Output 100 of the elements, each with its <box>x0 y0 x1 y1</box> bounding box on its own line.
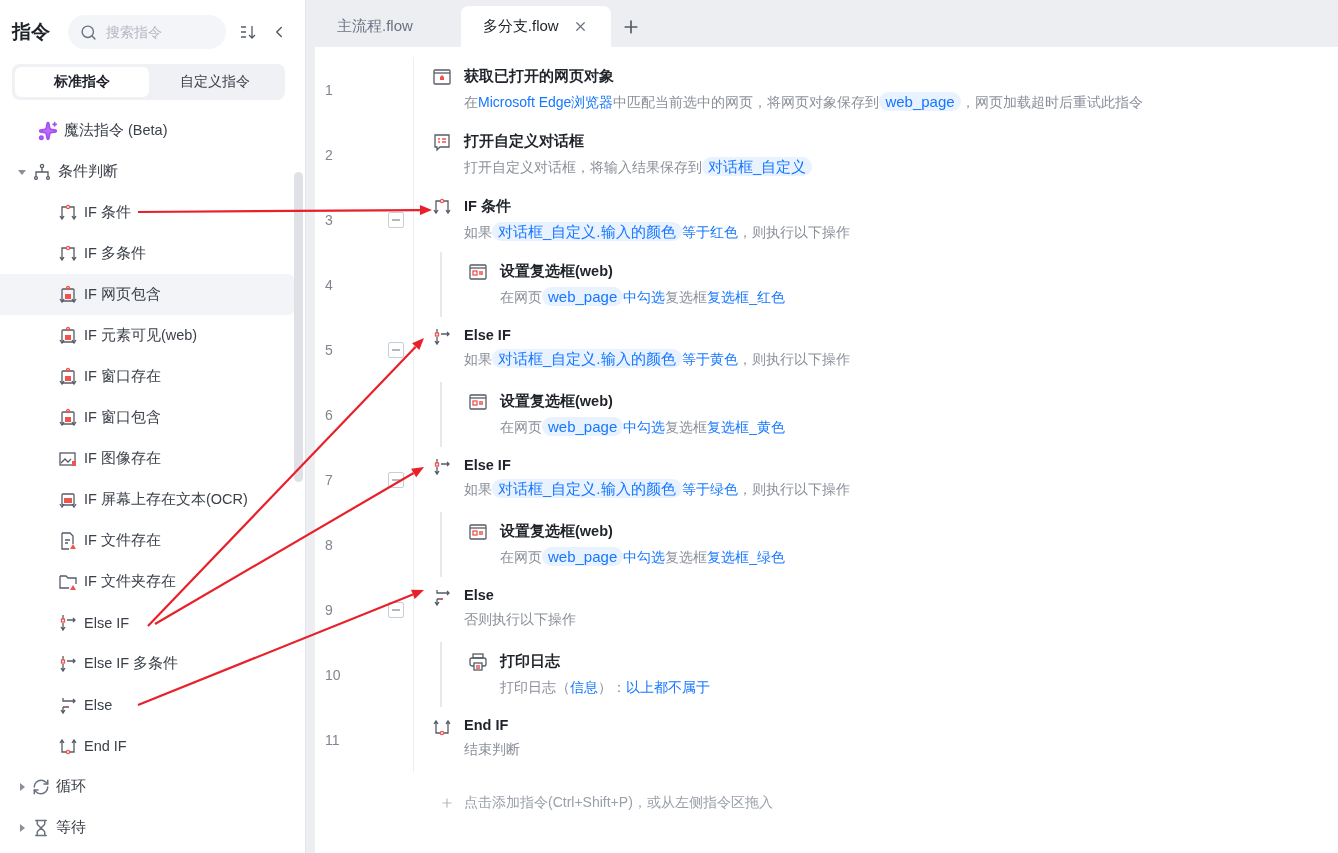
command-item[interactable]: IF 条件 <box>0 192 294 233</box>
line-number: 6 <box>324 406 333 423</box>
variable-chip[interactable]: web_page <box>542 287 624 306</box>
step-description: 如果 对话框_自定义.输入的颜色 等于黄色，则执行以下操作 <box>464 349 850 369</box>
command-icon <box>58 407 78 428</box>
variable-chip[interactable]: web_page <box>542 417 624 436</box>
command-item[interactable]: IF 图像存在 <box>0 438 294 479</box>
step-title: End IF <box>464 717 510 733</box>
parameter-link[interactable]: 复选框_黄色 <box>707 419 786 435</box>
parameter-link[interactable]: 中勾选 <box>623 419 666 435</box>
step-description: 打开自定义对话框，将输入结果保存到 对话框_自定义 <box>464 157 813 177</box>
line-number: 7 <box>324 471 333 488</box>
collapse-button[interactable] <box>388 212 404 228</box>
minus-icon <box>392 216 400 224</box>
line-number: 10 <box>324 666 341 683</box>
variable-chip[interactable]: 对话框_自定义.输入的颜色 <box>492 479 682 498</box>
step-icon <box>432 457 452 477</box>
command-label: Else IF 多条件 <box>84 654 179 673</box>
command-item[interactable]: IF 元素可见(web) <box>0 315 294 356</box>
step-icon <box>432 327 452 347</box>
step-icon <box>432 132 452 152</box>
command-item[interactable]: IF 文件夹存在 <box>0 561 294 602</box>
parameter-link[interactable]: 以上都不属于 <box>626 679 710 695</box>
command-item[interactable]: Else IF <box>0 602 294 643</box>
variable-chip[interactable]: web_page <box>542 547 624 566</box>
tab-label: 主流程.flow <box>337 17 413 36</box>
file-tab[interactable]: 多分支.flow <box>460 6 611 47</box>
line-number: 3 <box>324 211 333 228</box>
command-item[interactable]: IF 屏幕上存在文本(OCR) <box>0 479 294 520</box>
step-title: 设置复选框(web) <box>500 262 614 281</box>
parameter-link[interactable]: 复选框_绿色 <box>707 549 786 565</box>
step-icon <box>468 262 488 282</box>
tree-item[interactable]: 魔法指令 (Beta) <box>0 110 294 151</box>
step-title: Else <box>464 587 495 603</box>
collapse-button[interactable] <box>388 342 404 358</box>
command-icon <box>58 366 78 387</box>
tab[interactable]: 标准指令 <box>15 67 149 97</box>
command-label: IF 窗口存在 <box>84 367 161 386</box>
command-label: IF 条件 <box>84 203 131 222</box>
step-icon <box>468 392 488 412</box>
command-item[interactable]: IF 窗口存在 <box>0 356 294 397</box>
parameter-link[interactable]: 信息 <box>570 679 598 695</box>
parameter-link[interactable]: 复选框_红色 <box>707 289 786 305</box>
step-title: 打印日志 <box>500 652 561 671</box>
line-number: 5 <box>324 341 333 358</box>
command-item[interactable]: IF 多条件 <box>0 233 294 274</box>
parameter-link[interactable]: 等于黄色 <box>681 351 738 367</box>
step-title: 获取已打开的网页对象 <box>464 67 615 86</box>
category-icon <box>32 777 50 796</box>
tree-item[interactable]: 条件判断 <box>0 151 294 192</box>
scrollbar[interactable] <box>294 172 303 482</box>
command-label: IF 网页包含 <box>84 285 161 304</box>
add-hint: 点击添加指令(Ctrl+Shift+P)，或从左侧指令区拖入 <box>464 794 773 812</box>
step-description: 在Microsoft Edge浏览器中匹配当前选中的网页，将网页对象保存到 web_page ，网页加载超时后重试此指令 <box>464 92 1143 112</box>
tree-item[interactable]: 循环 <box>0 766 294 807</box>
command-label: IF 多条件 <box>84 244 146 263</box>
parameter-link[interactable]: 中勾选 <box>623 289 666 305</box>
tree-label: 等待 <box>56 818 86 837</box>
minus-icon <box>392 476 400 484</box>
step-description: 结束判断 <box>464 740 520 759</box>
parameter-link[interactable]: 中勾选 <box>623 549 666 565</box>
tab[interactable]: 自定义指令 <box>148 67 282 97</box>
command-item[interactable]: IF 文件存在 <box>0 520 294 561</box>
step-title: 设置复选框(web) <box>500 522 614 541</box>
command-label: IF 文件夹存在 <box>84 572 176 591</box>
line-number: 4 <box>324 276 333 293</box>
parameter-link[interactable]: 等于红色 <box>681 224 738 240</box>
step-title: 设置复选框(web) <box>500 392 614 411</box>
line-number: 9 <box>324 601 333 618</box>
command-label: IF 文件存在 <box>84 531 161 550</box>
command-item[interactable]: Else <box>0 684 294 725</box>
line-number: 11 <box>324 731 340 748</box>
search-field[interactable]: 搜索指令 <box>68 15 226 49</box>
step-description: 如果 对话框_自定义.输入的颜色 等于红色，则执行以下操作 <box>464 222 850 242</box>
variable-chip[interactable]: 对话框_自定义.输入的颜色 <box>492 349 682 368</box>
command-item[interactable]: IF 网页包含 <box>0 274 294 315</box>
variable-chip[interactable]: 对话框_自定义.输入的颜色 <box>492 222 682 241</box>
parameter-link[interactable]: 等于绿色 <box>681 481 738 497</box>
line-number: 8 <box>324 536 333 553</box>
variable-chip[interactable]: 对话框_自定义 <box>702 157 813 176</box>
panel-title: 指令 <box>12 20 51 44</box>
step-title: 打开自定义对话框 <box>464 132 585 151</box>
command-label: Else <box>84 696 113 713</box>
tree-label: 魔法指令 (Beta) <box>64 121 168 140</box>
step-description: 在网页 web_page 中勾选复选框复选框_红色 <box>500 287 786 307</box>
line-number: 2 <box>324 146 333 163</box>
category-icon <box>32 161 52 182</box>
collapse-button[interactable] <box>388 602 404 618</box>
command-label: Else IF <box>84 614 130 631</box>
variable-chip[interactable]: web_page <box>879 92 961 111</box>
command-item[interactable]: Else IF 多条件 <box>0 643 294 684</box>
command-label: IF 元素可见(web) <box>84 326 198 345</box>
step-title: IF 条件 <box>464 197 512 216</box>
file-tab[interactable]: 主流程.flow <box>315 6 423 47</box>
parameter-link[interactable]: Microsoft Edge浏览器 <box>478 94 614 110</box>
step-description: 打印日志（信息）：以上都不属于 <box>500 678 710 697</box>
command-item[interactable]: End IF <box>0 725 294 766</box>
step-icon <box>468 522 488 542</box>
command-item[interactable]: IF 窗口包含 <box>0 397 294 438</box>
tree-item[interactable]: 等待 <box>0 807 294 848</box>
